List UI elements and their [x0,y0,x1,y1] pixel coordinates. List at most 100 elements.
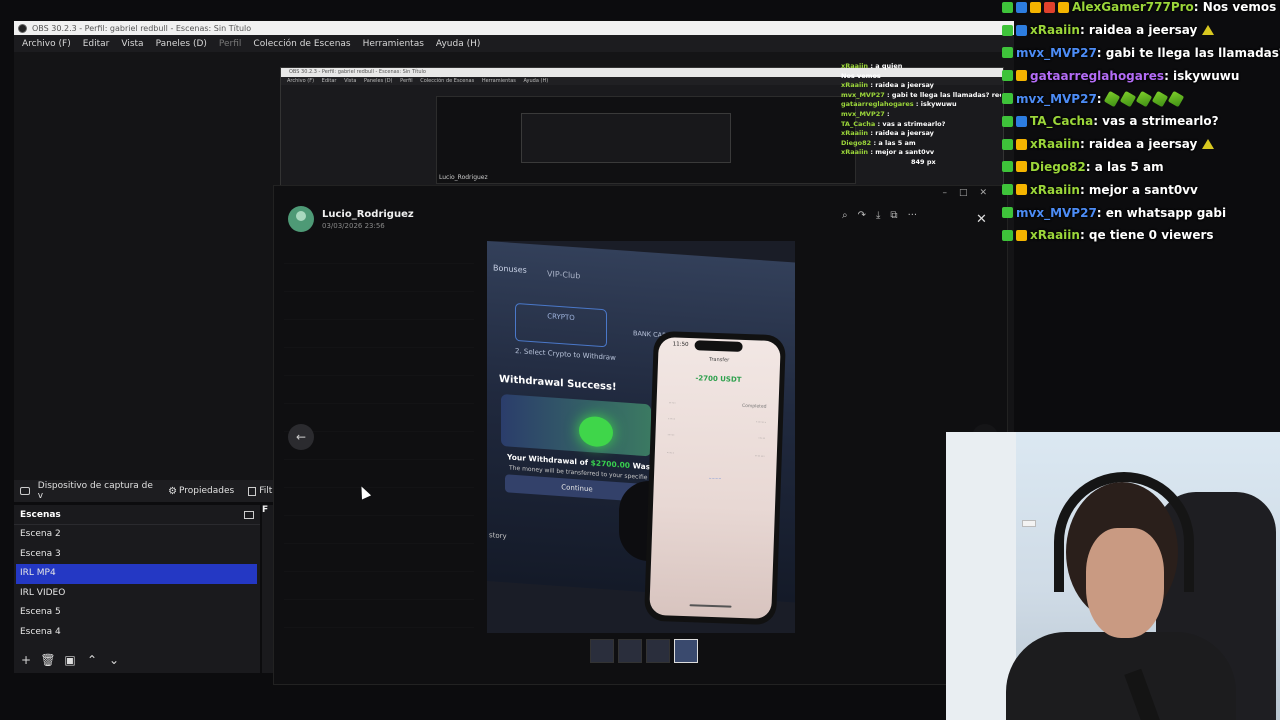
emote-icon [1103,90,1120,107]
menu-editar[interactable]: Editar [79,39,114,49]
chat-badge-icon [1002,93,1013,105]
move-up-icon[interactable]: ⌃ [84,653,100,667]
nested-chat-user: mvx_MVP27 [841,90,885,99]
nested-menu-item: Herramientas [481,78,516,84]
chat-badge-icon [1002,1,1013,13]
menu-herramientas[interactable]: Herramientas [359,39,428,49]
chat-text: : qe tiene 0 viewers [1079,228,1214,243]
filters-button[interactable]: Filtr [248,486,276,496]
menu-paneles[interactable]: Paneles (D) [152,39,211,49]
chat-message: xRaaiin : mejor a sant0vv [1002,178,1280,201]
nested-chat-line: mvx_MVP27 : gabi te llega las llamadas? … [841,91,1001,101]
scene-item-selected[interactable]: IRL MP4 [16,564,257,584]
nested-chat-line: xRaaiin : raidea a jeersay [841,81,1001,91]
forward-icon[interactable]: ↷ [858,210,866,221]
obs-menu-bar: Archivo (F) Editar Vista Paneles (D) Per… [14,35,1014,52]
obs-title-bar: OBS 30.2.3 - Perfil: gabriel redbull - E… [14,21,1014,35]
chat-message: xRaaiin : raidea a jeersay [1002,19,1280,42]
scene-item[interactable]: IRL VIDEO [14,584,260,604]
scenes-footer: + 🗑 ▣ ⌃ ⌄ [18,653,122,667]
webcam-outlet [1022,520,1036,527]
chat-username[interactable]: xRaaiin [1030,23,1080,37]
chat-badge-icon [1016,24,1027,36]
phone-notch [694,340,743,352]
scene-item[interactable]: Escena 4 [14,623,260,643]
menu-ayuda[interactable]: Ayuda (H) [432,39,484,49]
webcam-door [946,432,1016,720]
nested-capture: OBS 30.2.3 - Perfil: gabriel redbull - E… [280,62,1004,187]
more-icon[interactable]: ··· [908,210,918,221]
arrow-left-icon[interactable]: ← [288,424,314,450]
menu-coleccion-escenas[interactable]: Colección de Escenas [249,39,354,49]
undock-icon[interactable] [244,510,254,519]
window-controls[interactable]: –□✕ [942,188,999,198]
scene-item[interactable]: Escena 3 [14,545,260,565]
thumbnail[interactable] [590,639,614,663]
nested-menu-item: Editar [321,78,337,84]
thumbnail[interactable] [618,639,642,663]
chat-username[interactable]: xRaaiin [1030,228,1080,242]
scene-item[interactable]: Escena 5 [14,603,260,623]
phone-title: Transfer [708,356,730,364]
chat-username[interactable]: mvx_MVP27 [1016,206,1097,220]
chat-username[interactable]: AlexGamer777Pro [1072,0,1194,14]
chat-message: mvx_MVP27 : en whatsapp gabi [1002,201,1280,224]
photo-select-crypto: 2. Select Crypto to Withdraw [515,346,616,363]
thumbnail-selected[interactable] [674,639,698,663]
nested-chat-text: : [884,109,890,118]
nested-chat-user: Diego82 [841,138,872,147]
nested-chat-user: mvx_MVP27 [841,109,885,118]
nested-chat-user: xRaaiin [841,148,869,157]
nested-chat-line: Nos vemos [841,72,1001,82]
nested-menu-item: Vista [344,78,357,84]
phone-screen: 11:50 Transfer -2700 USDT ····· Completed… [649,336,781,620]
chat-username[interactable]: mvx_MVP27 [1016,92,1097,106]
chat-username[interactable]: Diego82 [1030,160,1086,174]
chat-username[interactable]: TA_Cacha [1030,114,1093,128]
chat-badge-icon [1016,161,1027,173]
chat-username[interactable]: gataarreglahogares [1030,69,1164,83]
menu-perfil[interactable]: Perfil [215,39,246,49]
chat-text: : [1096,91,1102,106]
chat-badge-icon [1016,115,1027,127]
nested-chat-text: : a las 5 am [871,138,916,147]
chat-text: : raidea a jeersay [1079,23,1198,38]
chat-username[interactable]: xRaaiin [1030,137,1080,151]
nested-chat-line: mvx_MVP27 : [841,110,1001,120]
chat-badge-icon [1030,1,1041,13]
move-down-icon[interactable]: ⌄ [106,653,122,667]
remove-scene-icon[interactable]: 🗑 [40,653,56,667]
filter-icon [248,486,257,496]
thumbnail[interactable] [646,639,670,663]
scene-filter-icon[interactable]: ▣ [62,653,78,667]
close-icon[interactable]: ✕ [976,212,987,227]
chat-username[interactable]: mvx_MVP27 [1016,46,1097,60]
scene-item[interactable]: Escena 2 [14,525,260,545]
phone-row: ····· ······· [667,417,767,426]
nested-chat-text: : gabi te llega las llamadas? rec [884,90,1001,99]
emote-icon [1135,90,1152,107]
menu-vista[interactable]: Vista [117,39,147,49]
headphones-icon [1054,472,1194,592]
download-icon[interactable]: ⤓ [876,210,880,221]
zoom-icon[interactable]: ⌕ [842,210,848,221]
phone-link: ········· [708,476,722,483]
nested-menu-item: Archivo (F) [287,78,315,84]
chat-username[interactable]: xRaaiin [1030,183,1080,197]
camera-icon [20,487,30,495]
open-external-icon[interactable]: ⧉ [890,210,897,221]
emote-icon [1202,139,1215,150]
nested-chat-line: Diego82 : a las 5 am [841,139,1001,149]
phone-row: ····· ····· [667,433,766,442]
nested-menu-item: Colección de Escenas [420,78,475,84]
chat-badge-icon [1016,138,1027,150]
properties-button[interactable]: ⚙ Propiedades [168,486,234,497]
menu-archivo[interactable]: Archivo (F) [18,39,75,49]
nested-chat-user: gataarreglahogares [841,100,914,109]
phone-amount: -2700 USDT [695,374,742,384]
add-scene-icon[interactable]: + [18,653,34,667]
photo-withdraw-title: Withdrawal Success! [499,373,617,394]
attachment-thumbnails [590,639,698,663]
dimmed-channel-list [274,236,484,681]
nested-chat-user: xRaaiin [841,62,869,70]
